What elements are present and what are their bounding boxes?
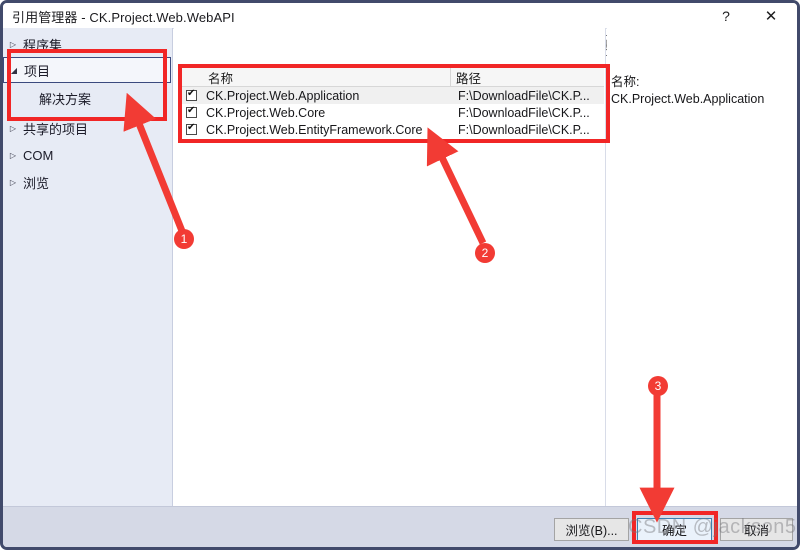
table-row[interactable]: CK.Project.Web.Core F:\DownloadFile\CK.P… <box>180 104 604 121</box>
sidebar-item-label: 浏览 <box>23 175 50 191</box>
column-header-name[interactable]: 名称 <box>208 68 233 87</box>
cancel-button[interactable]: 取消 <box>720 518 793 541</box>
sidebar-item-projects[interactable]: ◢ 项目 <box>3 57 171 83</box>
detail-label: 名称: <box>611 75 640 89</box>
browse-button[interactable]: 浏览(B)... <box>554 518 629 541</box>
row-path: F:\DownloadFile\CK.P... <box>458 105 590 120</box>
close-button[interactable]: ✕ <box>750 3 792 28</box>
sidebar-item-label: 程序集 <box>23 37 63 53</box>
sidebar-item-solution[interactable]: 解决方案 <box>3 85 172 111</box>
sidebar-item-browse[interactable]: ▷ 浏览 <box>3 169 172 195</box>
footer: 浏览(B)... 确定 取消 <box>3 506 797 547</box>
table-row[interactable]: CK.Project.Web.Application F:\DownloadFi… <box>180 87 604 104</box>
reference-list-panel: 名称 路径 CK.Project.Web.Application F:\Down… <box>174 28 606 506</box>
sidebar-item-label: 共享的项目 <box>23 121 89 137</box>
reference-manager-dialog: 引用管理器 - CK.Project.Web.WebAPI ? ✕ ▼ ▷ 程序… <box>0 0 800 550</box>
annotation-badge-1: 1 <box>174 229 194 249</box>
sidebar-item-shared-projects[interactable]: ▷ 共享的项目 <box>3 115 172 141</box>
detail-panel: 名称: CK.Project.Web.Application <box>607 28 797 506</box>
sidebar-item-label: COM <box>23 147 54 163</box>
checkbox-icon[interactable] <box>186 88 197 101</box>
page-title: 引用管理器 - CK.Project.Web.WebAPI <box>12 10 235 25</box>
sidebar: ▷ 程序集 ◢ 项目 解决方案 ▷ 共享的项目 ▷ COM ▷ 浏览 <box>3 28 173 506</box>
chevron-right-icon: ▷ <box>9 150 17 160</box>
help-button[interactable]: ? <box>705 3 747 28</box>
checkbox-icon[interactable] <box>186 122 197 135</box>
column-header-path[interactable]: 路径 <box>456 68 481 87</box>
titlebar: 引用管理器 - CK.Project.Web.WebAPI ? ✕ <box>3 3 797 29</box>
row-name: CK.Project.Web.Core <box>206 105 326 120</box>
ok-button[interactable]: 确定 <box>637 518 712 541</box>
row-name: CK.Project.Web.EntityFramework.Core <box>206 122 423 137</box>
chevron-right-icon: ▷ <box>9 123 17 133</box>
column-divider[interactable] <box>450 66 451 87</box>
row-path: F:\DownloadFile\CK.P... <box>458 122 590 137</box>
row-name: CK.Project.Web.Application <box>206 88 360 103</box>
list-rows: CK.Project.Web.Application F:\DownloadFi… <box>180 87 604 138</box>
annotation-badge-3: 3 <box>648 376 668 396</box>
sidebar-item-assemblies[interactable]: ▷ 程序集 <box>3 31 172 57</box>
sidebar-item-com[interactable]: ▷ COM <box>3 142 172 168</box>
detail-value: CK.Project.Web.Application <box>611 92 765 106</box>
sidebar-item-label: 解决方案 <box>39 91 92 107</box>
chevron-right-icon: ▷ <box>9 177 17 187</box>
checkbox-icon[interactable] <box>186 105 197 118</box>
table-row[interactable]: CK.Project.Web.EntityFramework.Core F:\D… <box>180 121 604 138</box>
sidebar-item-label: 项目 <box>24 63 51 79</box>
chevron-down-icon: ◢ <box>10 65 18 75</box>
chevron-right-icon: ▷ <box>9 39 17 49</box>
annotation-badge-2: 2 <box>475 243 495 263</box>
row-path: F:\DownloadFile\CK.P... <box>458 88 590 103</box>
list-header: 名称 路径 <box>180 66 604 87</box>
